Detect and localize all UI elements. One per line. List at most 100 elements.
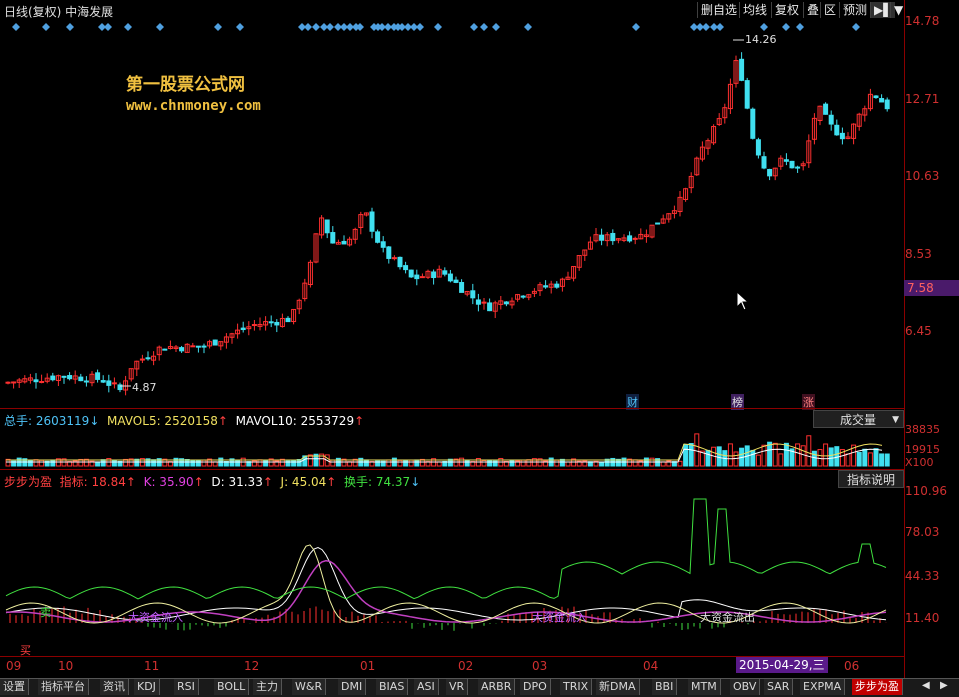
candle-body — [795, 166, 801, 169]
signal-diamond-icon — [42, 23, 50, 31]
restore-rights-button[interactable]: 复权 — [771, 2, 802, 18]
tab-16[interactable]: BBI — [652, 679, 678, 695]
panel-divider[interactable] — [0, 408, 904, 409]
big-fund-inflow-label: 大资金流入 — [532, 611, 587, 624]
tab-12[interactable]: ARBR — [478, 679, 516, 695]
tab-13[interactable]: DPO — [520, 679, 551, 695]
volume-bar — [487, 459, 493, 467]
candle-body — [61, 375, 67, 378]
candle-body — [83, 380, 89, 383]
signal-diamond-icon — [782, 23, 790, 31]
volume-bar — [520, 459, 526, 467]
volume-bar — [688, 443, 694, 467]
candle-body — [162, 348, 168, 351]
candle-body — [201, 345, 207, 348]
volume-bar — [772, 442, 778, 467]
signal-diamond-icon — [12, 23, 20, 31]
candle-body — [111, 382, 117, 385]
x-axis-label: 04 — [643, 659, 659, 673]
tab-5[interactable]: BOLL — [214, 679, 250, 695]
candle-body — [5, 381, 11, 384]
candle-body — [11, 381, 17, 384]
candle-body — [487, 302, 493, 312]
tab-10[interactable]: ASI — [414, 679, 439, 695]
tab-1[interactable]: 指标平台 — [38, 679, 89, 695]
volume-bar — [565, 461, 571, 467]
indicator-axis-label: 11.40 — [905, 611, 940, 625]
volume-bar — [414, 459, 420, 467]
volume-bar — [873, 448, 879, 467]
scroll-right-icon[interactable]: ▶ — [940, 680, 948, 691]
tab-18[interactable]: OBV — [730, 679, 761, 695]
candle-body — [190, 345, 196, 348]
signal-diamond-icon — [492, 23, 500, 31]
volume-selector[interactable]: 成交量 ▼ — [813, 410, 904, 428]
tab-20[interactable]: EXPMA — [800, 679, 846, 695]
volume-bar — [397, 459, 403, 467]
signal-diamond-icon — [702, 23, 710, 31]
tab-3[interactable]: KDJ — [134, 679, 160, 695]
tab-0[interactable]: 设置 — [0, 679, 29, 695]
tab-8[interactable]: DMI — [338, 679, 367, 695]
tab-2[interactable]: 资讯 — [100, 679, 129, 695]
signal-diamond-icon — [434, 23, 442, 31]
candle-body — [739, 58, 745, 81]
volume-bar — [845, 453, 851, 467]
signal-diamond-icon — [852, 23, 860, 31]
volume-axis-label: 19915 — [905, 443, 940, 456]
scroll-left-icon[interactable]: ◀ — [922, 680, 930, 691]
tab-15[interactable]: 新DMA — [596, 679, 640, 695]
candle-body — [431, 271, 437, 279]
candle-body — [268, 321, 274, 324]
x-axis-label: 03 — [532, 659, 548, 673]
signal-diamond-icon — [470, 23, 478, 31]
candle-body — [139, 358, 145, 361]
tab-9[interactable]: BIAS — [376, 679, 409, 695]
forecast-button[interactable]: 预测 — [839, 2, 870, 18]
volume-bar — [100, 459, 106, 467]
signal-diamond-icon — [104, 23, 112, 31]
candle-body — [543, 285, 549, 288]
panel-divider[interactable] — [0, 469, 904, 470]
volume-bar — [632, 459, 638, 467]
indicator-help-button[interactable]: 指标说明 — [838, 470, 904, 488]
volume-bar — [778, 453, 784, 467]
x-axis-label: 02 — [458, 659, 474, 673]
candle-body — [828, 114, 834, 125]
arrow-up-icon: ↑ — [125, 475, 136, 489]
signal-diamond-icon — [236, 23, 244, 31]
candle-body — [212, 339, 218, 346]
volume-bar — [755, 454, 761, 467]
volume-chart[interactable] — [0, 428, 904, 469]
moving-average-button[interactable]: 均线 — [739, 2, 770, 18]
volume-bar — [795, 443, 801, 467]
candle-body — [375, 231, 381, 243]
tab-4[interactable]: RSI — [174, 679, 199, 695]
candle-body — [95, 372, 101, 380]
signal-diamond-icon — [716, 23, 724, 31]
range-button[interactable]: 区 — [820, 2, 839, 18]
chart-title: 日线(复权) 中海发展 — [4, 5, 114, 19]
volume-unit-label: X100 — [905, 456, 934, 469]
tab-7[interactable]: W&R — [292, 679, 327, 695]
tab-6[interactable]: 主力 — [253, 679, 282, 695]
tab-11[interactable]: VR — [446, 679, 469, 695]
tab-19[interactable]: SAR — [764, 679, 794, 695]
volume-bar — [856, 451, 862, 467]
volume-bar — [862, 448, 868, 467]
candle-body — [554, 283, 560, 288]
candle-body — [761, 156, 767, 169]
tab-21[interactable]: 步步为盈 — [852, 679, 903, 695]
remove-favorite-button[interactable]: 删自选 — [697, 2, 740, 18]
tab-17[interactable]: MTM — [688, 679, 721, 695]
turnover-line — [5, 498, 887, 600]
volume-bar — [884, 453, 890, 467]
volume-bar — [33, 459, 39, 467]
indicator-chart[interactable] — [0, 489, 904, 656]
tab-14[interactable]: TRIX — [560, 679, 593, 695]
candle-body — [240, 327, 246, 331]
volume-bar — [750, 449, 756, 467]
signal-diamond-icon — [304, 23, 312, 31]
volume-bar — [716, 446, 722, 467]
candle-body — [447, 273, 453, 282]
